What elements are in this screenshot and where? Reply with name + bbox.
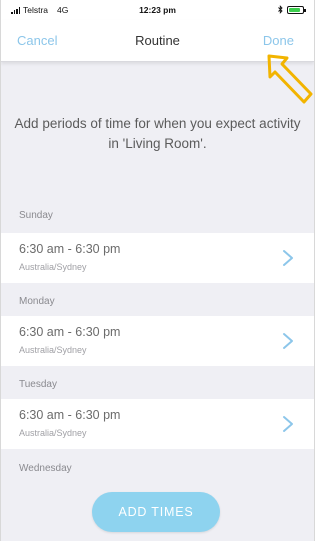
timezone-label: Australia/Sydney [19, 262, 87, 272]
time-row-monday[interactable]: 6:30 am - 6:30 pm Australia/Sydney [1, 316, 314, 366]
timezone-label: Australia/Sydney [19, 345, 87, 355]
time-row-tuesday[interactable]: 6:30 am - 6:30 pm Australia/Sydney [1, 399, 314, 449]
day-header-monday: Monday [19, 296, 55, 307]
chevron-right-icon [283, 333, 293, 349]
day-header-sunday: Sunday [19, 210, 53, 221]
done-button[interactable]: Done [263, 33, 294, 48]
battery-icon [287, 5, 306, 14]
status-right [278, 5, 306, 14]
time-range: 6:30 am - 6:30 pm [19, 408, 121, 422]
phone-screen: Telstra 4G 12:23 pm Cancel Routine Done … [0, 0, 315, 541]
add-times-button[interactable]: ADD TIMES [92, 492, 220, 532]
status-bar: Telstra 4G 12:23 pm [1, 0, 314, 20]
status-time: 12:23 pm [139, 5, 176, 15]
chevron-right-icon [283, 250, 293, 266]
time-range: 6:30 am - 6:30 pm [19, 325, 121, 339]
time-row-sunday[interactable]: 6:30 am - 6:30 pm Australia/Sydney [1, 233, 314, 283]
intro-text: Add periods of time for when you expect … [14, 116, 301, 151]
timezone-label: Australia/Sydney [19, 428, 87, 438]
chevron-right-icon [283, 416, 293, 432]
day-header-tuesday: Tuesday [19, 379, 57, 390]
time-range: 6:30 am - 6:30 pm [19, 242, 121, 256]
annotation-arrow-icon [267, 54, 313, 104]
day-header-wednesday: Wednesday [19, 463, 72, 474]
bluetooth-icon [278, 5, 283, 14]
